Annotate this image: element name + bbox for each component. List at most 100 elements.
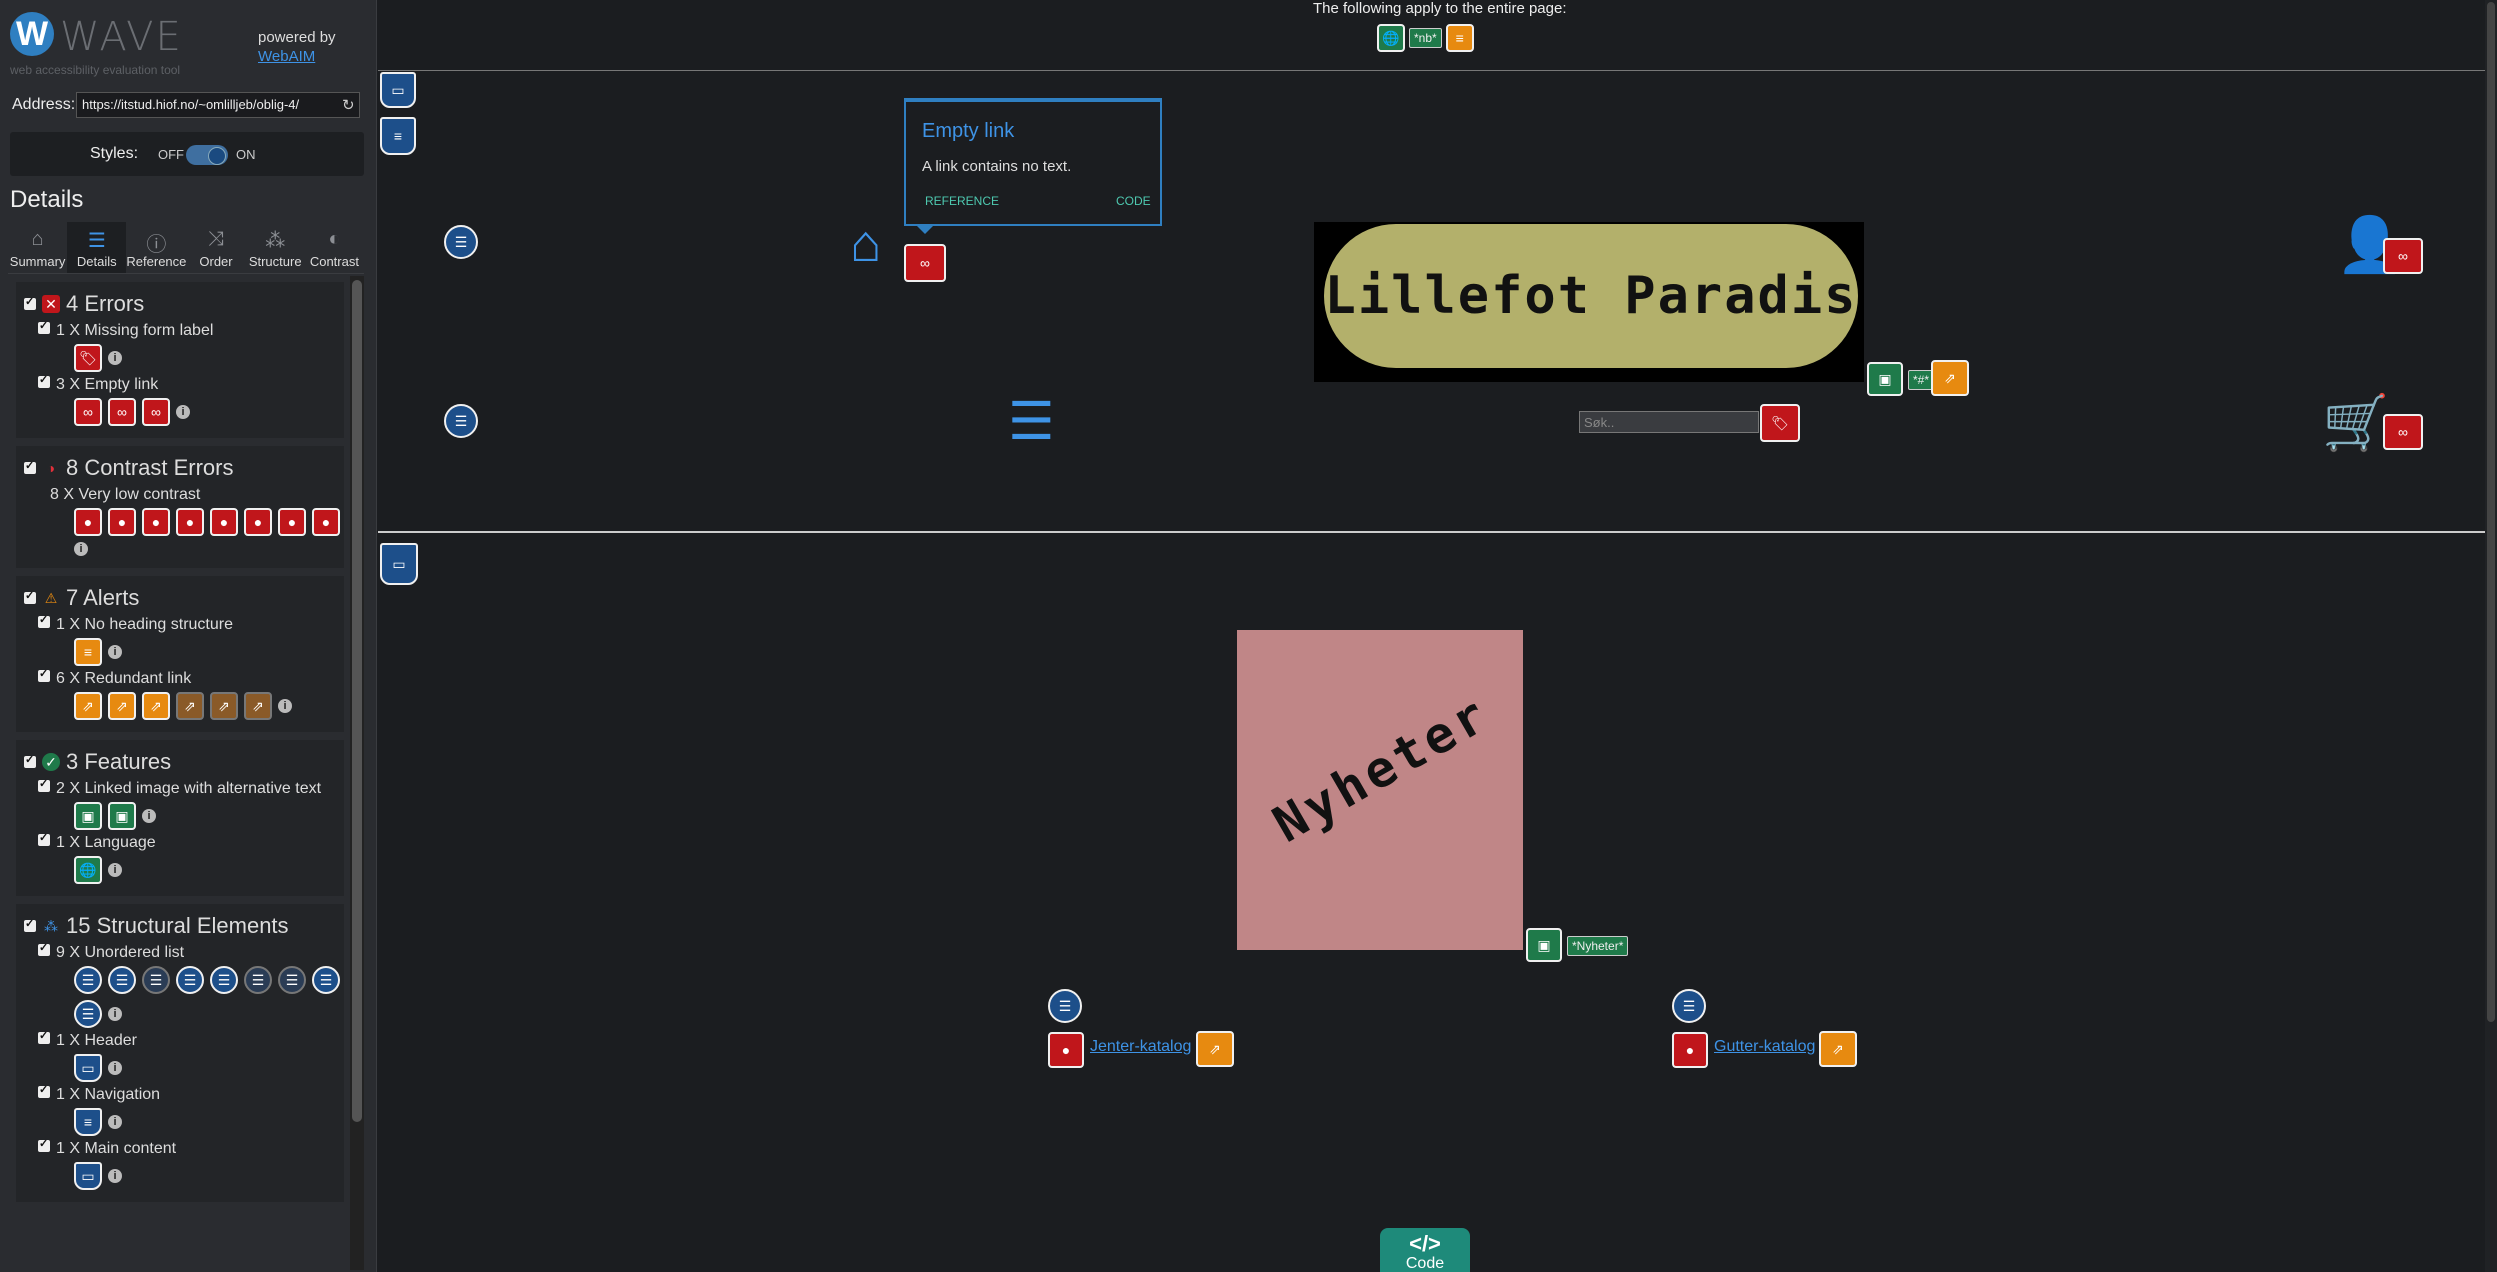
unordered-list-icon[interactable]: ☰ xyxy=(312,966,340,994)
home-icon[interactable]: ⌂ xyxy=(850,218,881,270)
cart-icon[interactable]: 🛒 xyxy=(2322,396,2389,450)
tab-structure[interactable]: ⁂ Structure xyxy=(246,222,305,273)
contrast-error-icon[interactable]: ● xyxy=(142,508,170,536)
redundant-link-icon[interactable]: ⇗ xyxy=(142,692,170,720)
styles-toggle[interactable] xyxy=(186,145,228,165)
language-checkbox[interactable] xyxy=(38,831,50,846)
unordered-list-icon[interactable]: ☰ xyxy=(278,966,306,994)
contrast-error-icon[interactable]: ● xyxy=(74,508,102,536)
info-icon[interactable]: i xyxy=(108,1007,122,1021)
unordered-list-icon[interactable]: ☰ xyxy=(444,404,478,438)
main-region-icon[interactable]: ▭ xyxy=(380,543,418,585)
features-checkbox[interactable] xyxy=(24,753,36,768)
navigation-region-icon[interactable]: ≡ xyxy=(74,1108,102,1136)
info-icon[interactable]: i xyxy=(108,351,122,365)
unordered-list-icon[interactable]: ☰ xyxy=(176,966,204,994)
unordered-list-icon[interactable]: ☰ xyxy=(444,225,478,259)
redundant-link-icon[interactable]: ⇗ xyxy=(1819,1031,1857,1067)
contrast-error-icon[interactable]: ● xyxy=(1048,1032,1084,1068)
redundant-link-icon[interactable]: ⇗ xyxy=(210,692,238,720)
tab-order[interactable]: ⤨ Order xyxy=(186,222,245,273)
alerts-checkbox[interactable] xyxy=(24,589,36,604)
boys-catalog-link[interactable]: Gutter-katalog xyxy=(1714,1038,1815,1056)
empty-link-icon[interactable]: ∞ xyxy=(142,398,170,426)
info-icon[interactable]: i xyxy=(108,1115,122,1129)
reload-icon[interactable]: ↻ xyxy=(342,96,355,114)
info-icon[interactable]: i xyxy=(142,809,156,823)
missing-label-icon[interactable]: 🏷 xyxy=(1760,404,1800,442)
info-icon[interactable]: i xyxy=(108,645,122,659)
empty-link-checkbox[interactable] xyxy=(38,373,50,388)
unordered-list-icon[interactable]: ☰ xyxy=(1672,989,1706,1023)
main-region-icon[interactable]: ▭ xyxy=(74,1162,102,1190)
hamburger-menu-icon[interactable]: ☰ xyxy=(1008,396,1055,448)
empty-link-icon[interactable]: ∞ xyxy=(904,244,946,282)
site-banner[interactable]: Lillefot Paradis xyxy=(1314,222,1864,382)
info-icon[interactable]: i xyxy=(176,405,190,419)
missing-label-icon[interactable]: 🏷 xyxy=(74,344,102,372)
main-checkbox[interactable] xyxy=(38,1137,50,1152)
info-icon[interactable]: i xyxy=(278,699,292,713)
girls-catalog-link[interactable]: Jenter-katalog xyxy=(1090,1038,1191,1056)
address-input[interactable]: https://itstud.hiof.no/~omlilljeb/oblig-… xyxy=(76,92,360,118)
contrast-error-icon[interactable]: ● xyxy=(244,508,272,536)
contrast-error-icon[interactable]: ● xyxy=(108,508,136,536)
navigation-region-icon[interactable]: ≡ xyxy=(380,117,416,155)
header-region-icon[interactable]: ▭ xyxy=(74,1054,102,1082)
no-heading-icon[interactable]: ≡ xyxy=(74,638,102,666)
tab-details[interactable]: ☰ Details xyxy=(67,222,127,273)
page-scrollbar[interactable] xyxy=(2485,0,2497,1272)
linked-image-icon[interactable]: ▣ xyxy=(74,802,102,830)
globe-icon[interactable]: 🌐 xyxy=(74,856,102,884)
unordered-list-icon[interactable]: ☰ xyxy=(74,966,102,994)
no-heading-checkbox[interactable] xyxy=(38,613,50,628)
tab-contrast[interactable]: ◐ Contrast xyxy=(305,222,364,273)
contrast-error-icon[interactable]: ● xyxy=(312,508,340,536)
tab-summary[interactable]: ⌂ Summary xyxy=(8,222,67,273)
info-icon[interactable]: i xyxy=(108,863,122,877)
nav-checkbox[interactable] xyxy=(38,1083,50,1098)
redundant-link-icon[interactable]: ⇗ xyxy=(1196,1031,1234,1067)
contrast-error-icon[interactable]: ● xyxy=(210,508,238,536)
linked-image-icon[interactable]: ▣ xyxy=(1867,362,1903,396)
panel-scrollbar-thumb[interactable] xyxy=(352,280,362,1122)
empty-link-icon[interactable]: ∞ xyxy=(74,398,102,426)
linked-image-icon[interactable]: ▣ xyxy=(1526,928,1562,962)
tab-reference[interactable]: ⓘ Reference xyxy=(126,222,186,273)
panel-scrollbar[interactable] xyxy=(350,276,364,1270)
errors-checkbox[interactable] xyxy=(24,295,36,310)
redundant-link-icon[interactable]: ⇗ xyxy=(1931,360,1969,396)
search-input[interactable]: Søk.. xyxy=(1579,411,1759,433)
redundant-link-icon[interactable]: ⇗ xyxy=(108,692,136,720)
unordered-list-icon[interactable]: ☰ xyxy=(210,966,238,994)
contrast-error-icon[interactable]: ● xyxy=(1672,1032,1708,1068)
news-tile[interactable]: Nyheter xyxy=(1237,630,1523,950)
page-scrollbar-thumb[interactable] xyxy=(2487,2,2495,1022)
empty-link-icon[interactable]: ∞ xyxy=(2383,414,2423,450)
popup-reference-link[interactable]: REFERENCE xyxy=(925,194,999,208)
empty-link-icon[interactable]: ∞ xyxy=(2383,238,2423,274)
unordered-list-icon[interactable]: ☰ xyxy=(1048,989,1082,1023)
webaim-link[interactable]: WebAIM xyxy=(258,47,336,66)
no-heading-icon[interactable]: ≡ xyxy=(1445,24,1474,52)
redundant-link-checkbox[interactable] xyxy=(38,667,50,682)
header-region-icon[interactable]: ▭ xyxy=(380,72,416,108)
empty-link-icon[interactable]: ∞ xyxy=(108,398,136,426)
redundant-link-icon[interactable]: ⇗ xyxy=(244,692,272,720)
code-button[interactable]: </> Code xyxy=(1380,1228,1470,1272)
contrast-error-icon[interactable]: ● xyxy=(176,508,204,536)
ul-checkbox[interactable] xyxy=(38,941,50,956)
popup-code-link[interactable]: CODE xyxy=(1116,194,1151,208)
info-icon[interactable]: i xyxy=(108,1169,122,1183)
unordered-list-icon[interactable]: ☰ xyxy=(142,966,170,994)
redundant-link-icon[interactable]: ⇗ xyxy=(176,692,204,720)
unordered-list-icon[interactable]: ☰ xyxy=(74,1000,102,1028)
redundant-link-icon[interactable]: ⇗ xyxy=(74,692,102,720)
missing-label-checkbox[interactable] xyxy=(38,319,50,334)
contrast-checkbox[interactable] xyxy=(24,459,36,474)
header-checkbox[interactable] xyxy=(38,1029,50,1044)
info-icon[interactable]: i xyxy=(108,1061,122,1075)
linked-image-checkbox[interactable] xyxy=(38,777,50,792)
contrast-error-icon[interactable]: ● xyxy=(278,508,306,536)
unordered-list-icon[interactable]: ☰ xyxy=(108,966,136,994)
